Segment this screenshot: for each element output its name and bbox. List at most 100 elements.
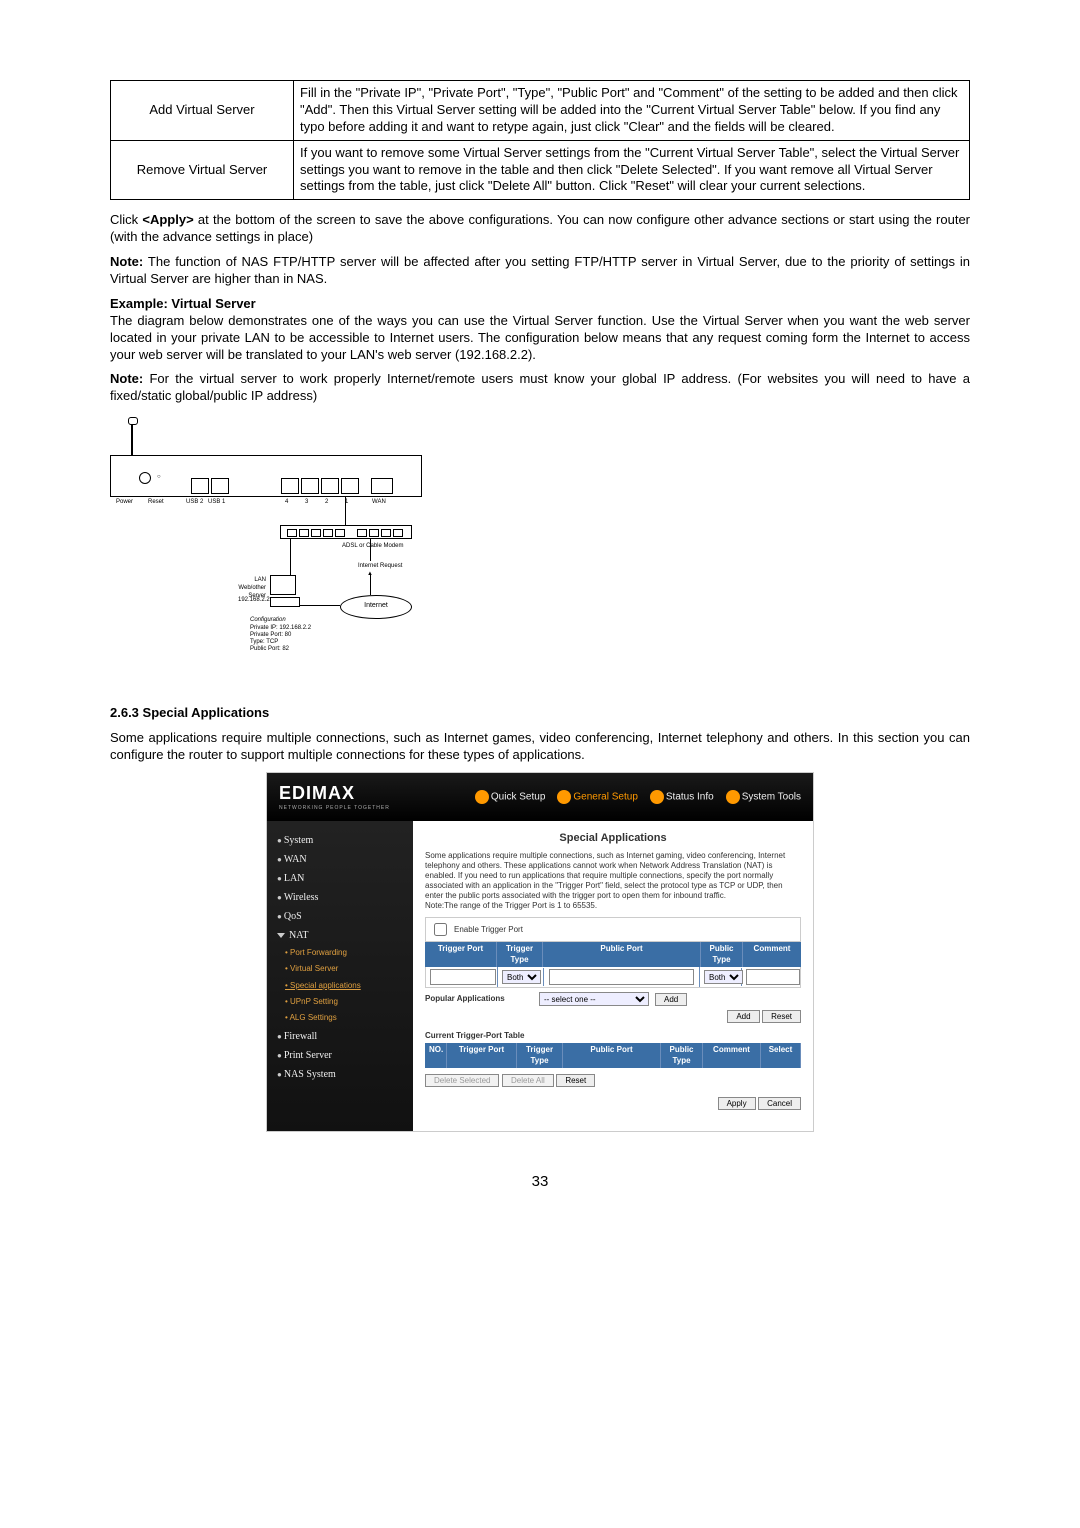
- input-table-header: Trigger Port Trigger Type Public Port Pu…: [425, 942, 801, 967]
- label: 4: [285, 499, 288, 507]
- main-panel: Special Applications Some applications r…: [413, 821, 813, 1131]
- nav-status-info[interactable]: Status Info: [650, 790, 714, 804]
- server-icon: [270, 575, 298, 605]
- label-server-ip: 192.168.2.2: [238, 597, 270, 605]
- current-table-title: Current Trigger-Port Table: [425, 1031, 801, 1041]
- sidebar-item-special-applications[interactable]: Special applications: [275, 978, 405, 994]
- paragraph-apply: Click <Apply> at the bottom of the scree…: [110, 212, 970, 246]
- sidebar-item-print-server[interactable]: Print Server: [275, 1046, 405, 1065]
- popular-add-button[interactable]: Add: [655, 993, 687, 1006]
- sidebar: System WAN LAN Wireless QoS NAT Port For…: [267, 821, 413, 1131]
- col-select: Select: [761, 1043, 801, 1068]
- col-public-type: Public Type: [701, 942, 743, 967]
- gear-icon: [475, 790, 489, 804]
- reset-button[interactable]: Reset: [762, 1010, 801, 1023]
- sidebar-item-virtual-server[interactable]: Virtual Server: [275, 961, 405, 977]
- sidebar-item-system[interactable]: System: [275, 831, 405, 850]
- info-icon: [650, 790, 664, 804]
- label: USB 1: [208, 499, 225, 507]
- sidebar-item-port-forwarding[interactable]: Port Forwarding: [275, 945, 405, 961]
- wan-port-icon: [371, 478, 393, 494]
- tools-icon: [726, 790, 740, 804]
- topbar: EDIMAX NETWORKING PEOPLE TOGETHER Quick …: [267, 773, 813, 821]
- public-type-select[interactable]: Both: [704, 970, 743, 984]
- sidebar-item-nat[interactable]: NAT: [275, 926, 405, 945]
- port-icon: [341, 478, 359, 494]
- label: 3: [305, 499, 308, 507]
- col-trigger-type: Trigger Type: [497, 942, 543, 967]
- port-icon: [321, 478, 339, 494]
- parameter-table: Add Virtual Server Fill in the "Private …: [110, 80, 970, 200]
- enable-trigger-port-row: Enable Trigger Port: [425, 917, 801, 942]
- label-request: Internet Request: [358, 563, 402, 571]
- apply-button[interactable]: Apply: [718, 1097, 756, 1110]
- led-icon: [139, 472, 151, 484]
- sidebar-item-wan[interactable]: WAN: [275, 850, 405, 869]
- sidebar-item-alg[interactable]: ALG Settings: [275, 1010, 405, 1026]
- col-comment: Comment: [743, 942, 801, 967]
- label: Power: [116, 499, 133, 507]
- sidebar-item-nas-system[interactable]: NAS System: [275, 1065, 405, 1084]
- param-desc-remove: If you want to remove some Virtual Serve…: [294, 140, 970, 200]
- panel-description: Some applications require multiple conne…: [425, 851, 801, 911]
- add-button[interactable]: Add: [727, 1010, 759, 1023]
- enable-trigger-port-checkbox[interactable]: [434, 923, 447, 936]
- param-desc-add: Fill in the "Private IP", "Private Port"…: [294, 81, 970, 141]
- public-port-input[interactable]: [549, 969, 695, 985]
- port-icon: [211, 478, 229, 494]
- trigger-type-select[interactable]: Both: [502, 970, 541, 984]
- label: WAN: [372, 499, 386, 507]
- reset-table-button[interactable]: Reset: [556, 1074, 595, 1087]
- sidebar-item-wireless[interactable]: Wireless: [275, 888, 405, 907]
- page-number: 33: [110, 1172, 970, 1192]
- delete-all-button[interactable]: Delete All: [502, 1074, 554, 1087]
- paragraph-note-nas: Note: The function of NAS FTP/HTTP serve…: [110, 254, 970, 288]
- port-icon: [281, 478, 299, 494]
- enable-trigger-port-label: Enable Trigger Port: [454, 925, 523, 935]
- input-table-row: Both Both: [425, 967, 801, 988]
- sidebar-item-firewall[interactable]: Firewall: [275, 1027, 405, 1046]
- nav-system-tools[interactable]: System Tools: [726, 790, 801, 804]
- col-public-port: Public Port: [563, 1043, 661, 1068]
- label: Reset: [148, 499, 164, 507]
- trigger-port-input[interactable]: [430, 969, 496, 985]
- section-text: Some applications require multiple conne…: [110, 730, 970, 764]
- panel-title: Special Applications: [425, 831, 801, 845]
- hub-icon: [280, 525, 412, 539]
- col-no: NO.: [425, 1043, 447, 1068]
- paragraph-note-ip: Note: For the virtual server to work pro…: [110, 371, 970, 405]
- conf-line: Public Port: 82: [250, 646, 289, 654]
- port-icon: [191, 478, 209, 494]
- col-trigger-port: Trigger Port: [425, 942, 497, 967]
- col-comment: Comment: [703, 1043, 761, 1068]
- col-trigger-port: Trigger Port: [447, 1043, 517, 1068]
- router-icon: ○: [110, 455, 422, 497]
- sidebar-item-qos[interactable]: QoS: [275, 907, 405, 926]
- sidebar-item-upnp[interactable]: UPnP Setting: [275, 994, 405, 1010]
- col-public-port: Public Port: [543, 942, 701, 967]
- port-icon: [301, 478, 319, 494]
- led-icon: ○: [157, 474, 167, 484]
- nav-general-setup[interactable]: General Setup: [557, 790, 638, 804]
- label: USB 2: [186, 499, 203, 507]
- current-table-header: NO. Trigger Port Trigger Type Public Por…: [425, 1043, 801, 1068]
- brand-tagline: NETWORKING PEOPLE TOGETHER: [279, 805, 390, 812]
- cancel-button[interactable]: Cancel: [758, 1097, 801, 1110]
- delete-selected-button[interactable]: Delete Selected: [425, 1074, 499, 1087]
- popular-applications-select[interactable]: -- select one --: [539, 992, 649, 1006]
- param-label-remove: Remove Virtual Server: [111, 140, 294, 200]
- antenna-icon: [128, 417, 136, 457]
- internet-cloud-icon: Internet: [340, 595, 412, 619]
- section-heading: 2.6.3 Special Applications: [110, 705, 970, 722]
- param-label-add: Add Virtual Server: [111, 81, 294, 141]
- sidebar-item-lan[interactable]: LAN: [275, 869, 405, 888]
- comment-input[interactable]: [746, 969, 800, 985]
- example-body: The diagram below demonstrates one of th…: [110, 313, 970, 364]
- col-trigger-type: Trigger Type: [517, 1043, 563, 1068]
- nav-quick-setup[interactable]: Quick Setup: [475, 790, 545, 804]
- popular-applications-row: Popular Applications -- select one -- Ad…: [425, 992, 801, 1006]
- label: 2: [325, 499, 328, 507]
- col-public-type: Public Type: [661, 1043, 703, 1068]
- conf-line: Configuration: [250, 617, 286, 625]
- virtual-server-diagram: ○ Power Reset USB 2 USB 1 4 3 2 1 WAN AD…: [110, 415, 430, 685]
